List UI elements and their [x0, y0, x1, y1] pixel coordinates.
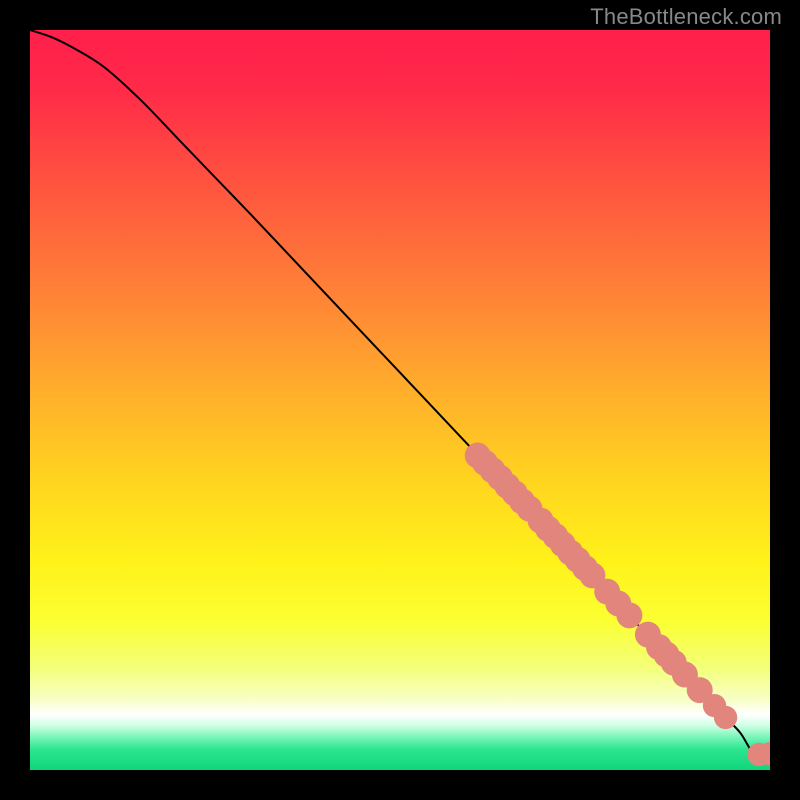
data-marker	[714, 706, 737, 729]
plot-area	[30, 30, 770, 770]
data-marker	[616, 602, 642, 628]
chart-frame: TheBottleneck.com	[0, 0, 800, 800]
watermark-text: TheBottleneck.com	[590, 4, 782, 30]
data-markers	[465, 443, 770, 767]
curve-layer	[30, 30, 770, 770]
